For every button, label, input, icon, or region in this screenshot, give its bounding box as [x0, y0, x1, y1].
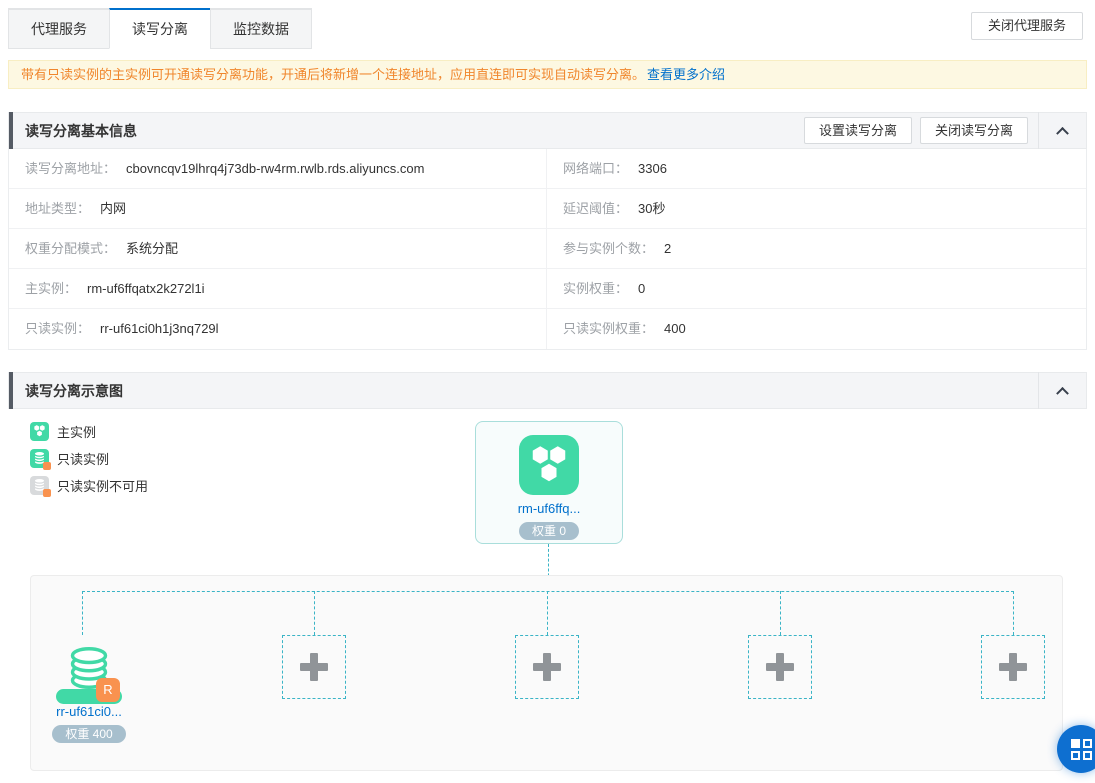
- add-instance-slot[interactable]: [981, 635, 1045, 699]
- connector-line: [547, 591, 548, 635]
- section-accent-bar: [9, 112, 13, 149]
- tab-read-write-splitting[interactable]: 读写分离: [109, 8, 211, 49]
- set-read-write-splitting-button[interactable]: 设置读写分离: [804, 117, 912, 144]
- basic-info-header: 读写分离基本信息 设置读写分离 关闭读写分离: [8, 112, 1087, 149]
- add-instance-slot[interactable]: [282, 635, 346, 699]
- legend-item-readonly-unavailable: 只读实例不可用: [30, 476, 148, 495]
- row-label: 参与实例个数：: [563, 241, 654, 256]
- row-label: 权重分配模式：: [25, 241, 116, 256]
- readonly-instance-icon: R: [56, 689, 122, 704]
- row-label: 读写分离地址：: [25, 161, 116, 176]
- readonly-instance-icon: [30, 449, 49, 468]
- row-label: 延迟阈值：: [563, 201, 628, 216]
- row-value: 0: [638, 281, 645, 296]
- notice-more-link[interactable]: 查看更多介绍: [647, 67, 725, 82]
- row-value: rm-uf6ffqatx2k272l1i: [87, 281, 205, 296]
- close-read-write-splitting-button[interactable]: 关闭读写分离: [920, 117, 1028, 144]
- readonly-badge-dot: [43, 489, 51, 497]
- connector-line: [82, 591, 1014, 592]
- plus-icon: [300, 653, 328, 681]
- connector-line: [82, 591, 83, 635]
- row-value: 系统分配: [126, 241, 178, 256]
- connector-line: [314, 591, 315, 635]
- table-row: 参与实例个数： 2: [546, 229, 1086, 269]
- table-row: 读写分离地址： cbovncqv19lhrq4j73db-rw4rm.rwlb.r…: [9, 149, 546, 189]
- master-instance-link[interactable]: rm-uf6ffq...: [476, 501, 622, 517]
- diagram-collapse-toggle[interactable]: [1038, 372, 1086, 409]
- diagram-legend: 主实例 只读实例 只读实例不可用: [30, 422, 148, 503]
- chevron-up-icon: [1056, 387, 1069, 400]
- legend-item-master: 主实例: [30, 422, 148, 441]
- row-value: 2: [664, 241, 671, 256]
- basic-info-title: 读写分离基本信息: [25, 121, 137, 141]
- row-value: rr-uf61ci0h1j3nq729l: [100, 321, 219, 336]
- chevron-up-icon: [1056, 127, 1069, 140]
- table-row: 只读实例： rr-uf61ci0h1j3nq729l: [9, 309, 546, 349]
- plus-icon: [533, 653, 561, 681]
- legend-label: 主实例: [57, 422, 96, 441]
- connector-line: [780, 591, 781, 635]
- row-label: 主实例：: [25, 281, 77, 296]
- basic-info-collapse-toggle[interactable]: [1038, 112, 1086, 149]
- master-instance-icon: [30, 422, 49, 441]
- row-label: 只读实例权重：: [563, 321, 654, 336]
- connector-line: [1013, 591, 1014, 635]
- readonly-weight-badge: 权重 400: [52, 725, 125, 743]
- legend-label: 只读实例: [57, 449, 109, 468]
- notice-text: 带有只读实例的主实例可开通读写分离功能，开通后将新增一个连接地址，应用直连即可实…: [21, 67, 645, 82]
- diagram-section: 读写分离示意图: [8, 372, 1087, 409]
- table-row: 主实例： rm-uf6ffqatx2k272l1i: [9, 269, 546, 309]
- row-label: 只读实例：: [25, 321, 90, 336]
- table-row: 网络端口： 3306: [546, 149, 1086, 189]
- plus-icon: [766, 653, 794, 681]
- legend-item-readonly: 只读实例: [30, 449, 148, 468]
- basic-info-section: 读写分离基本信息 设置读写分离 关闭读写分离 读写分离地址： cbovncqv19…: [8, 112, 1087, 350]
- readonly-instance-node: R rr-uf61ci0... 权重 400: [36, 635, 142, 743]
- plus-icon: [999, 653, 1027, 681]
- row-value: 400: [664, 321, 686, 336]
- row-label: 实例权重：: [563, 281, 628, 296]
- table-row: 地址类型： 内网: [9, 189, 546, 229]
- notice-banner: 带有只读实例的主实例可开通读写分离功能，开通后将新增一个连接地址，应用直连即可实…: [8, 60, 1087, 89]
- apps-grid-icon: [1071, 739, 1092, 760]
- tab-bar: 代理服务 读写分离 监控数据: [8, 8, 312, 49]
- diagram-canvas: 主实例 只读实例 只读实例不可用 rm-uf6ffq... 权重 0: [8, 409, 1087, 783]
- row-value: cbovncqv19lhrq4j73db-rw4rm.rwlb.rds.aliy…: [126, 161, 424, 176]
- readonly-r-badge: R: [96, 678, 120, 702]
- readonly-badge-dot: [43, 462, 51, 470]
- master-instance-node: rm-uf6ffq... 权重 0: [475, 421, 623, 544]
- close-proxy-service-button[interactable]: 关闭代理服务: [971, 12, 1083, 40]
- tab-proxy-service[interactable]: 代理服务: [8, 8, 110, 49]
- readonly-unavailable-icon: [30, 476, 49, 495]
- readonly-instance-link[interactable]: rr-uf61ci0...: [36, 704, 142, 720]
- table-row: 实例权重： 0: [546, 269, 1086, 309]
- master-instance-icon: [519, 435, 579, 495]
- master-weight-badge: 权重 0: [519, 522, 579, 540]
- add-instance-slot[interactable]: [748, 635, 812, 699]
- row-value: 30秒: [638, 201, 665, 216]
- row-value: 内网: [100, 201, 126, 216]
- row-label: 网络端口：: [563, 161, 628, 176]
- tab-monitoring-data[interactable]: 监控数据: [210, 8, 312, 49]
- diagram-header: 读写分离示意图: [8, 372, 1087, 409]
- row-label: 地址类型：: [25, 201, 90, 216]
- table-row: 延迟阈值： 30秒: [546, 189, 1086, 229]
- table-row: 只读实例权重： 400: [546, 309, 1086, 349]
- diagram-title: 读写分离示意图: [25, 381, 123, 401]
- legend-label: 只读实例不可用: [57, 476, 148, 495]
- row-value: 3306: [638, 161, 667, 176]
- table-row: 权重分配模式： 系统分配: [9, 229, 546, 269]
- section-accent-bar: [9, 372, 13, 409]
- add-instance-slot[interactable]: [515, 635, 579, 699]
- basic-info-table: 读写分离地址： cbovncqv19lhrq4j73db-rw4rm.rwlb.r…: [8, 149, 1087, 350]
